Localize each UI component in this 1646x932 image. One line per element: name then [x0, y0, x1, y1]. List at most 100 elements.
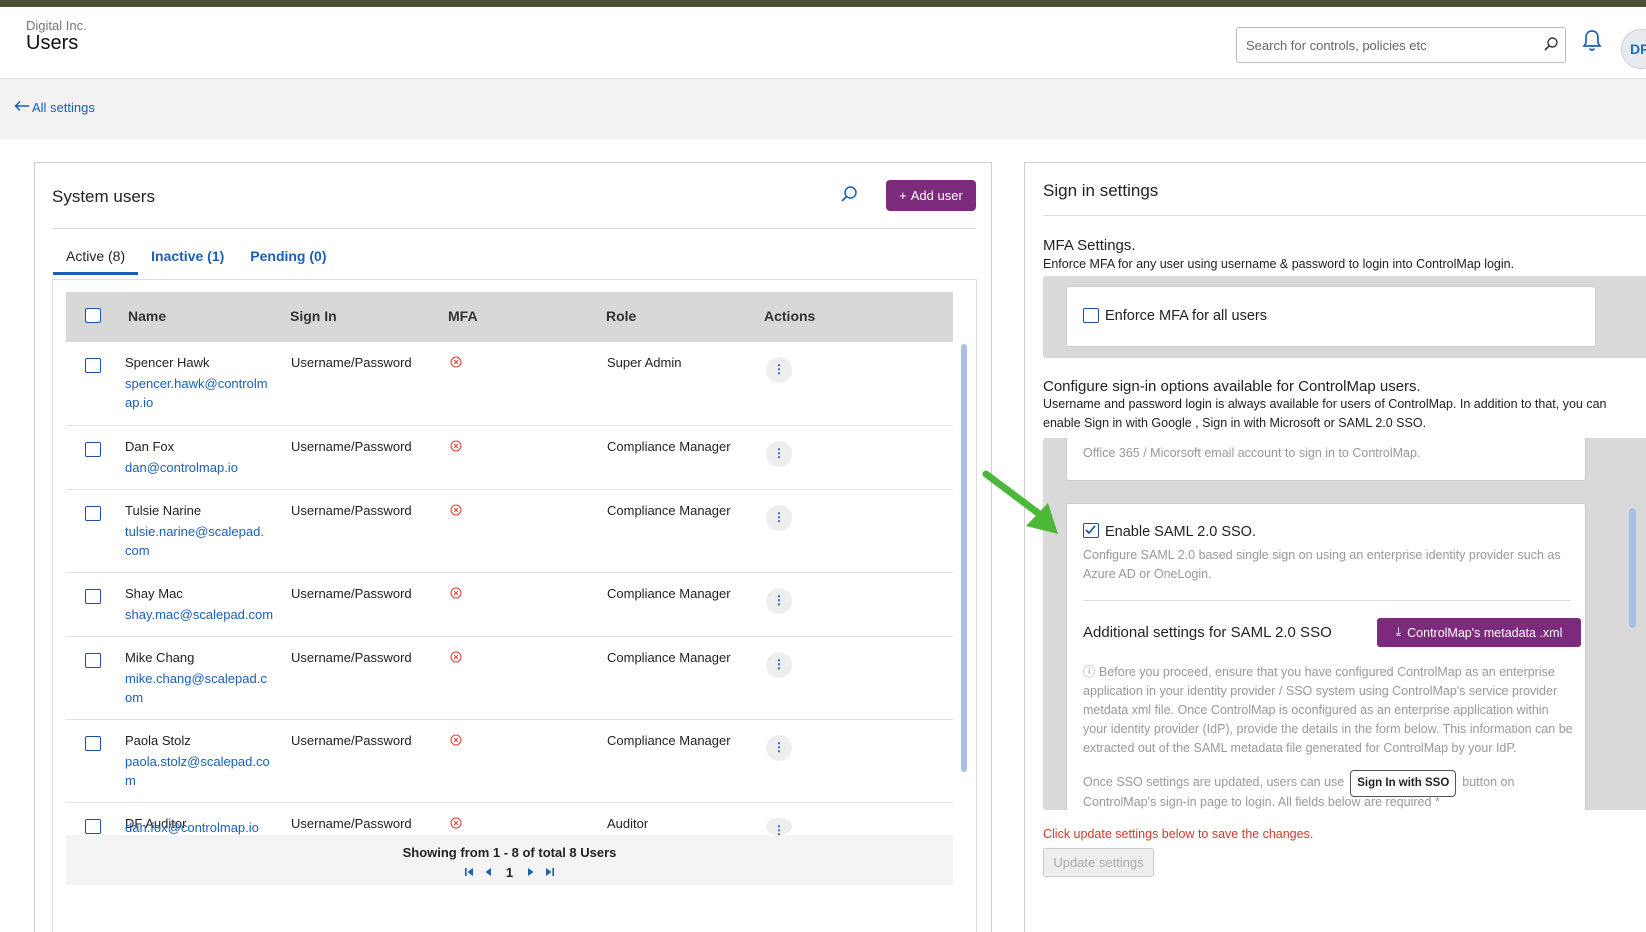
row-actions-button[interactable]: ⋮ [766, 357, 792, 383]
row-checkbox[interactable] [85, 819, 101, 834]
notification-bell-icon[interactable] [1582, 29, 1602, 58]
sso-note-cut: ControlMap's sign-in page to login. All … [1083, 795, 1440, 809]
top-strip [0, 0, 1646, 7]
user-role: Compliance Manager [607, 439, 731, 454]
user-email[interactable]: paola.stolz@scalepad.com [125, 752, 270, 790]
prev-page-icon[interactable] [484, 865, 492, 880]
user-name: Dan Fox [125, 439, 175, 454]
download-metadata-button[interactable]: ⤓ ControlMap's metadata .xml [1377, 618, 1581, 647]
next-page-icon[interactable] [527, 865, 535, 880]
pagination: 1 [66, 865, 953, 880]
user-email[interactable]: dan@controlmap.io [125, 458, 285, 477]
first-page-icon[interactable] [464, 865, 474, 880]
pagination-summary: Showing from 1 - 8 of total 8 Users [402, 845, 617, 860]
mfa-settings-desc: Enforce MFA for any user using username … [1043, 257, 1515, 271]
user-status-tabs: Active (8) Inactive (1) Pending (0) [53, 242, 340, 275]
row-actions-button[interactable]: ⋮ [766, 818, 792, 835]
system-users-title: System users [52, 187, 155, 206]
global-search[interactable] [1236, 27, 1566, 63]
table-row: Paola Stolz paola.stolz@scalepad.com Use… [66, 720, 953, 803]
sign-in-settings-title: Sign in settings [1043, 181, 1159, 200]
enforce-mfa-label: Enforce MFA for all users [1105, 308, 1267, 324]
user-email[interactable]: shay.mac@scalepad.com [125, 605, 285, 624]
mfa-settings-title: MFA Settings. [1043, 237, 1136, 254]
sign-in-settings-card: Sign in settings MFA Settings. Enforce M… [1024, 162, 1646, 932]
user-avatar[interactable]: DF [1621, 29, 1646, 69]
saml-additional-title: Additional settings for SAML 2.0 SSO [1083, 624, 1332, 641]
configure-sign-in-desc: Username and password login is always av… [1043, 397, 1607, 430]
row-checkbox[interactable] [85, 506, 101, 521]
row-checkbox[interactable] [85, 589, 101, 604]
system-users-card: System users + Add user Active (8) Inact… [34, 162, 992, 932]
enforce-mfa-checkbox[interactable] [1083, 308, 1099, 323]
page-title: Users [26, 32, 79, 54]
sso-note-before: Once SSO settings are updated, users can… [1083, 775, 1345, 789]
table-row: Dan Fox dan@controlmap.io Username/Passw… [66, 426, 953, 490]
mfa-disabled-icon [450, 587, 462, 602]
user-role: Auditor [607, 816, 649, 831]
user-email[interactable]: dan.fox@controlmap.io [125, 820, 275, 835]
divider [1083, 600, 1571, 601]
column-header-mfa[interactable]: MFA [448, 308, 478, 324]
user-role: Compliance Manager [607, 503, 731, 518]
row-actions-button[interactable]: ⋮ [766, 441, 792, 467]
sign-in-method: Username/Password [291, 733, 412, 748]
user-email[interactable]: mike.chang@scalepad.com [125, 669, 270, 707]
org-name: Digital Inc. [26, 18, 87, 33]
add-user-label: Add user [910, 188, 963, 203]
back-link[interactable]: All settings [14, 100, 95, 115]
divider [52, 228, 976, 229]
row-checkbox[interactable] [85, 653, 101, 668]
microsoft-sign-in-option[interactable]: Office 365 / Micorsoft email account to … [1066, 438, 1586, 481]
tab-inactive[interactable]: Inactive (1) [138, 242, 237, 275]
plus-icon: + [899, 188, 907, 203]
table-scrollbar[interactable] [961, 344, 967, 772]
current-page[interactable]: 1 [502, 865, 517, 880]
mfa-options-panel: Enforce MFA for all users [1043, 276, 1646, 358]
row-checkbox[interactable] [85, 358, 101, 373]
search-icon[interactable] [840, 185, 858, 208]
table-row: Spencer Hawk spencer.hawk@controlmap.io … [66, 342, 953, 426]
column-header-role: Role [606, 308, 637, 324]
row-checkbox[interactable] [85, 442, 101, 457]
row-checkbox[interactable] [85, 736, 101, 751]
user-role: Compliance Manager [607, 650, 731, 665]
info-icon: ⓘ [1083, 665, 1099, 679]
user-email[interactable]: spencer.hawk@controlmap.io [125, 374, 270, 412]
column-header-sign-in[interactable]: Sign In [290, 308, 337, 324]
select-all-checkbox[interactable] [85, 308, 101, 323]
mfa-disabled-icon [450, 734, 462, 749]
add-user-button[interactable]: + Add user [886, 180, 976, 211]
last-page-icon[interactable] [545, 865, 555, 880]
update-settings-button[interactable]: Update settings [1043, 848, 1154, 877]
saml-info: Before you proceed, ensure that you have… [1083, 665, 1573, 755]
mfa-disabled-icon [450, 651, 462, 666]
row-actions-button[interactable]: ⋮ [766, 588, 792, 614]
search-input[interactable] [1237, 28, 1522, 62]
sign-in-method: Username/Password [291, 816, 412, 831]
saml-info-text: ⓘ Before you proceed, ensure that you ha… [1083, 663, 1573, 758]
row-actions-button[interactable]: ⋮ [766, 652, 792, 678]
download-icon: ⤓ [1395, 625, 1402, 639]
saml-desc: Configure SAML 2.0 based single sign on … [1083, 548, 1561, 581]
search-icon[interactable] [1543, 36, 1559, 57]
table-row: Mike Chang mike.chang@scalepad.com Usern… [66, 637, 953, 720]
tab-active[interactable]: Active (8) [53, 242, 139, 275]
tab-pending[interactable]: Pending (0) [237, 242, 339, 275]
user-email[interactable]: tulsie.narine@scalepad.com [125, 522, 270, 560]
sign-in-method: Username/Password [291, 586, 412, 601]
enable-saml-checkbox[interactable] [1083, 523, 1099, 538]
saml-sso-option: Enable SAML 2.0 SSO. Configure SAML 2.0 … [1066, 503, 1586, 810]
row-actions-button[interactable]: ⋮ [766, 735, 792, 761]
arrow-left-icon [14, 100, 30, 115]
sso-note-after: button on [1462, 775, 1515, 789]
user-name: Mike Chang [125, 650, 195, 665]
page-header: Digital Inc. Users DF [0, 7, 1646, 79]
enforce-mfa-option[interactable]: Enforce MFA for all users [1066, 286, 1596, 347]
row-actions-button[interactable]: ⋮ [766, 505, 792, 531]
table-header: Name Sign In MFA Role Actions [66, 292, 953, 342]
table-footer: Showing from 1 - 8 of total 8 Users 1 [66, 835, 953, 885]
options-scrollbar[interactable] [1629, 508, 1636, 628]
column-header-name[interactable]: Name [128, 308, 166, 324]
users-table: Name Sign In MFA Role Actions Spencer Ha… [52, 279, 977, 932]
